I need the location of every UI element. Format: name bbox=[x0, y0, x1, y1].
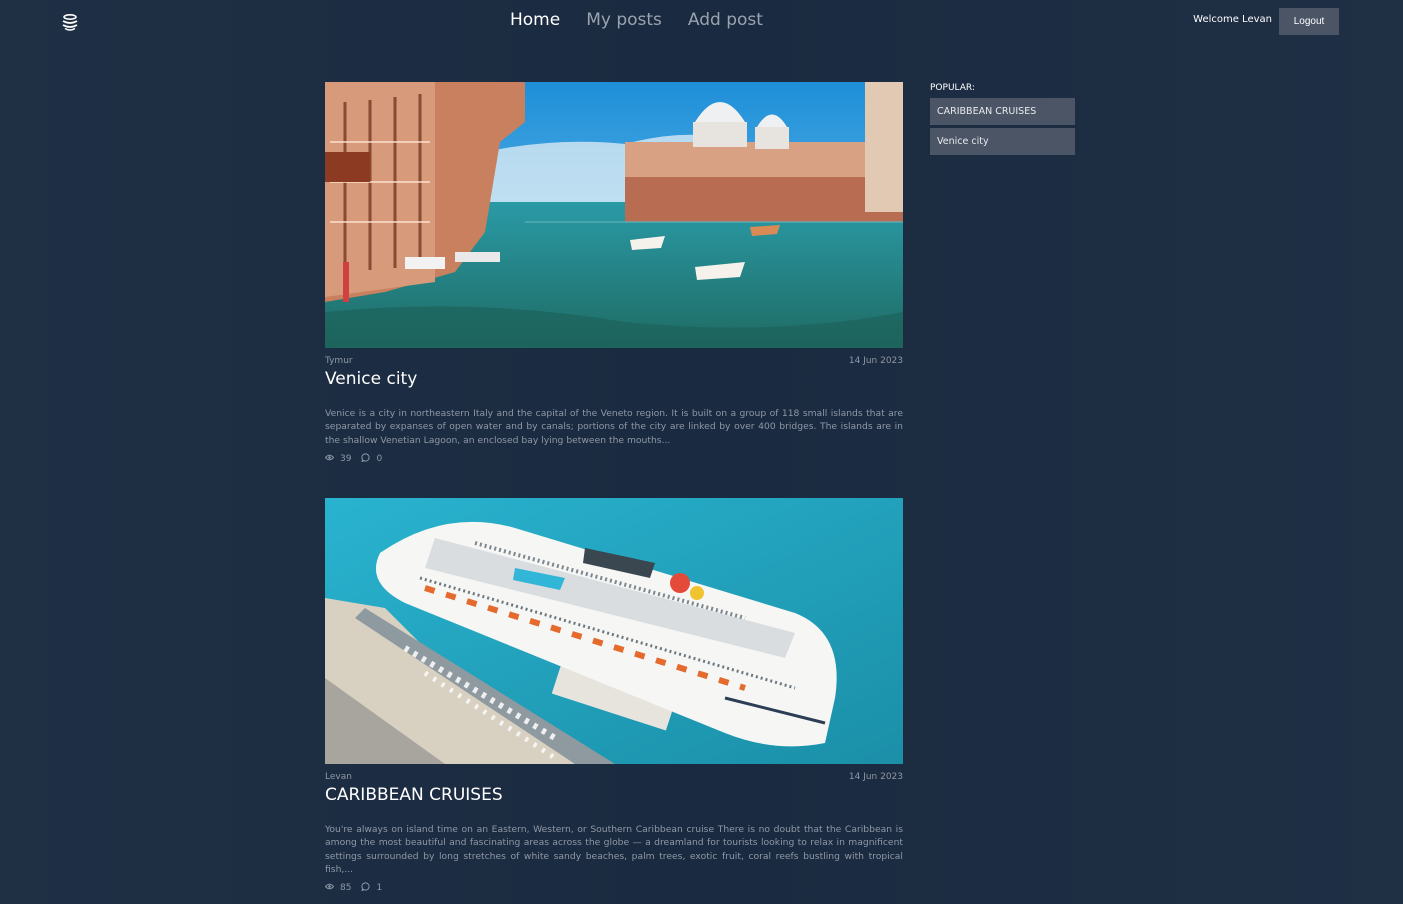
post-meta: Levan 14 Jun 2023 bbox=[325, 772, 903, 783]
main-nav: Home My posts Add post bbox=[510, 10, 763, 30]
post-excerpt: You're always on island time on an Easte… bbox=[325, 824, 903, 876]
comment-icon bbox=[361, 453, 371, 465]
popular-item-venice-city[interactable]: Venice city bbox=[930, 128, 1075, 155]
views-count: 39 bbox=[340, 454, 352, 464]
post-card: Tymur 14 Jun 2023 Venice city Venice is … bbox=[324, 82, 903, 465]
post-date: 14 Jun 2023 bbox=[848, 772, 903, 782]
post-image-cruise[interactable] bbox=[325, 498, 903, 764]
views-stat: 85 bbox=[324, 883, 352, 893]
nav-my-posts[interactable]: My posts bbox=[586, 10, 662, 30]
comments-stat: 0 bbox=[361, 453, 382, 465]
eye-icon bbox=[324, 454, 335, 464]
logout-button[interactable]: Logout bbox=[1279, 8, 1339, 35]
post-excerpt: Venice is a city in northeastern Italy a… bbox=[325, 408, 903, 446]
post-title[interactable]: Venice city bbox=[325, 369, 903, 391]
post-author: Levan bbox=[325, 772, 352, 782]
comments-count: 1 bbox=[376, 883, 383, 893]
views-count: 85 bbox=[340, 883, 352, 893]
views-stat: 39 bbox=[324, 454, 352, 464]
comments-stat: 1 bbox=[361, 882, 382, 894]
globe-stack-icon[interactable] bbox=[59, 11, 81, 33]
eye-icon bbox=[324, 883, 335, 893]
post-date: 14 Jun 2023 bbox=[848, 356, 903, 366]
popular-heading: POPULAR: bbox=[930, 83, 975, 93]
comment-icon bbox=[361, 882, 371, 894]
welcome-text: Welcome Levan bbox=[1193, 14, 1272, 25]
comments-count: 0 bbox=[376, 454, 383, 464]
top-navigation-bar: Home My posts Add post Welcome Levan Log… bbox=[0, 0, 1403, 44]
post-stats: 85 1 bbox=[324, 882, 903, 894]
post-image-venice[interactable] bbox=[325, 82, 903, 348]
post-stats: 39 0 bbox=[324, 453, 903, 465]
popular-sidebar: POPULAR: CARIBBEAN CRUISES Venice city bbox=[930, 82, 1075, 155]
post-author: Tymur bbox=[325, 356, 353, 366]
post-meta: Tymur 14 Jun 2023 bbox=[325, 356, 903, 367]
post-card: Levan 14 Jun 2023 CARIBBEAN CRUISES You'… bbox=[324, 498, 903, 894]
nav-home[interactable]: Home bbox=[510, 10, 560, 30]
post-title[interactable]: CARIBBEAN CRUISES bbox=[325, 785, 903, 807]
popular-item-caribbean-cruises[interactable]: CARIBBEAN CRUISES bbox=[930, 98, 1075, 125]
nav-add-post[interactable]: Add post bbox=[688, 10, 763, 30]
